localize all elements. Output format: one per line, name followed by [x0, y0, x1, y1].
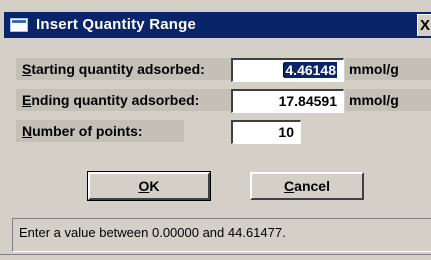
cancel-button[interactable]: Cancel	[250, 172, 364, 200]
starting-quantity-field[interactable]: 4.46148	[231, 58, 344, 82]
status-message: Enter a value between 0.00000 and 44.614…	[19, 225, 286, 240]
starting-quantity-value: 4.46148	[284, 62, 337, 78]
bottom-divider	[0, 254, 431, 255]
ok-button[interactable]: OK	[87, 171, 211, 201]
number-of-points-row: Number of points: 10	[16, 120, 316, 146]
ending-quantity-row: Ending quantity adsorbed: 17.84591 mmol/…	[16, 89, 431, 115]
window-title: Insert Quantity Range	[36, 16, 197, 33]
close-icon[interactable]: X	[417, 14, 431, 36]
insert-quantity-range-dialog: Insert Quantity Range X Starting quantit…	[0, 0, 431, 260]
title-bar[interactable]: Insert Quantity Range X	[4, 12, 431, 38]
number-of-points-label: Number of points:	[16, 120, 184, 142]
ending-quantity-unit: mmol/g	[345, 89, 431, 111]
number-of-points-field[interactable]: 10	[231, 120, 301, 144]
starting-quantity-row: Starting quantity adsorbed: 4.46148 mmol…	[16, 58, 431, 84]
status-bar: Enter a value between 0.00000 and 44.614…	[12, 218, 431, 252]
window-icon	[10, 18, 28, 32]
starting-quantity-unit: mmol/g	[345, 58, 431, 80]
ending-quantity-label: Ending quantity adsorbed:	[16, 89, 232, 111]
ending-quantity-field[interactable]: 17.84591	[231, 89, 344, 113]
starting-quantity-label: Starting quantity adsorbed:	[16, 58, 232, 80]
